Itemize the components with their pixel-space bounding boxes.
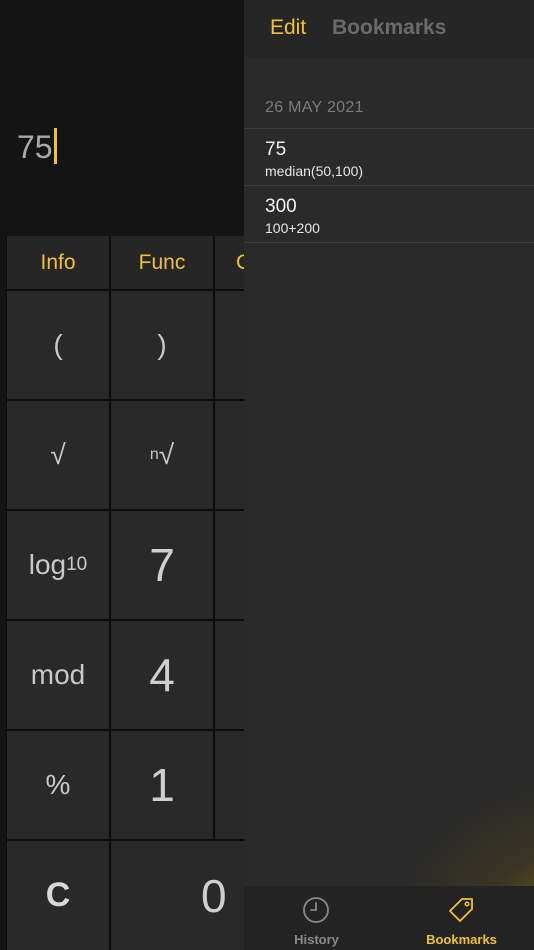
- bookmark-entry[interactable]: 300 100+200: [244, 186, 534, 242]
- mod-button[interactable]: mod: [7, 621, 109, 729]
- display-text: 75: [17, 129, 53, 165]
- bookmark-entry[interactable]: 75 median(50,100): [244, 129, 534, 185]
- hidden-key-r2[interactable]: [215, 401, 244, 509]
- mod-label: mod: [30, 659, 86, 690]
- keypad: Info Func C ( ) √ n √ log 10 7 mod 4 % 1 C…: [6, 236, 244, 950]
- clock-icon: [303, 897, 329, 923]
- bookmark-expression: 100+200: [265, 220, 320, 236]
- digit-4-label: 4: [149, 649, 175, 701]
- clear-label: C: [45, 876, 71, 914]
- nth-root-label: √: [158, 439, 175, 470]
- constants-button[interactable]: C: [215, 236, 244, 289]
- tab-history-label: History: [294, 932, 339, 947]
- tab-history[interactable]: History: [244, 886, 389, 950]
- digit-7-button[interactable]: 7: [111, 511, 213, 619]
- bookmark-result: 75: [265, 139, 287, 160]
- bookmark-expression: median(50,100): [265, 163, 364, 179]
- display-area: 75: [0, 0, 244, 236]
- hidden-key-r3[interactable]: [215, 511, 244, 619]
- nth-root-index: n: [149, 446, 159, 463]
- tab-bookmarks-label: Bookmarks: [426, 932, 497, 947]
- nth-root-button[interactable]: n √: [111, 401, 213, 509]
- divider: [244, 242, 534, 243]
- panel-header: Edit Bookmarks: [244, 0, 534, 57]
- edit-button[interactable]: Edit: [270, 16, 306, 40]
- func-label: Func: [138, 250, 186, 274]
- digit-7-label: 7: [149, 539, 175, 591]
- digit-1-label: 1: [149, 759, 175, 811]
- percent-label: %: [45, 769, 71, 800]
- log-label: log: [28, 549, 67, 580]
- func-button[interactable]: Func: [111, 236, 213, 289]
- panel-title: Bookmarks: [332, 16, 447, 39]
- close-paren-button[interactable]: ): [111, 291, 213, 399]
- sqrt-label: √: [50, 439, 66, 470]
- display-value[interactable]: 75: [17, 128, 57, 166]
- text-cursor: [53, 128, 57, 164]
- log10-button[interactable]: log 10: [7, 511, 109, 619]
- info-label: Info: [40, 250, 76, 274]
- tab-bookmarks[interactable]: Bookmarks: [389, 886, 534, 950]
- calculator: 75 Info Func C ( ) √ n √ log 10 7 mod 4 % …: [0, 0, 244, 950]
- digit-0-button[interactable]: 0: [111, 841, 244, 950]
- digit-1-button[interactable]: 1: [111, 731, 213, 839]
- digit-4-button[interactable]: 4: [111, 621, 213, 729]
- percent-button[interactable]: %: [7, 731, 109, 839]
- bookmark-result: 300: [265, 196, 297, 217]
- hidden-key-r4[interactable]: [215, 621, 244, 729]
- hidden-key-r1[interactable]: [215, 291, 244, 399]
- hidden-key-r5[interactable]: [215, 731, 244, 839]
- log-base-label: 10: [66, 554, 88, 575]
- bookmarks-panel: Edit Bookmarks 26 MAY 2021 75 median(50,…: [244, 0, 534, 950]
- close-paren-label: ): [157, 329, 167, 360]
- open-paren-button[interactable]: (: [7, 291, 109, 399]
- date-section-header: 26 MAY 2021: [265, 99, 364, 116]
- open-paren-label: (: [53, 329, 63, 360]
- clear-button[interactable]: C: [7, 841, 109, 950]
- digit-0-label: 0: [201, 869, 227, 922]
- tab-bar: History Bookmarks: [244, 886, 534, 950]
- constants-label: C: [236, 250, 244, 274]
- tag-icon: [449, 898, 473, 922]
- info-button[interactable]: Info: [7, 236, 109, 289]
- sqrt-button[interactable]: √: [7, 401, 109, 509]
